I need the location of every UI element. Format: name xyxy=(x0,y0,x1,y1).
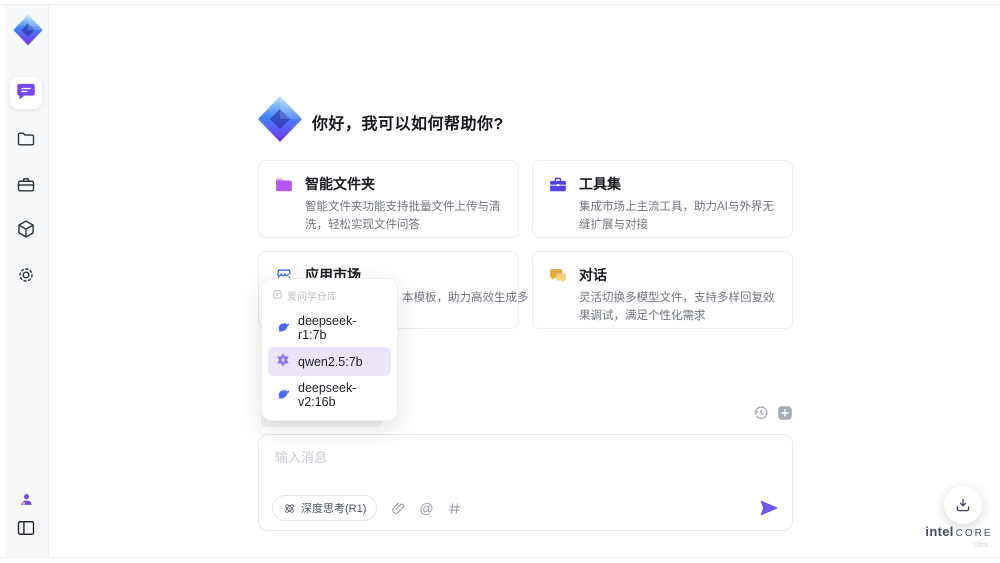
history-button[interactable] xyxy=(752,404,770,422)
model-dropdown-header-label: 爱问学仓库 xyxy=(287,292,337,303)
model-option-qwen[interactable]: qwen2.5:7b xyxy=(268,347,391,376)
deepseek-icon xyxy=(275,319,291,338)
sidebar-item-toolbox[interactable] xyxy=(10,171,42,203)
chat-icon xyxy=(16,81,36,106)
paperclip-icon xyxy=(392,502,404,514)
model-dropdown: 爱问学仓库 deepseek-r1:7b qwen2.5:7b deepseek… xyxy=(261,278,398,421)
card-smart-folder[interactable]: 智能文件夹 智能文件夹功能支持批量文件上传与清洗，轻松实现文件问答 xyxy=(258,160,519,238)
sidebar-item-models[interactable] xyxy=(10,215,42,247)
model-option-label: deepseek-v2:16b xyxy=(298,381,357,409)
toolset-icon xyxy=(548,175,568,195)
model-option-deepseek-v2[interactable]: deepseek-v2:16b xyxy=(268,376,391,414)
new-chat-button[interactable] xyxy=(776,404,794,422)
sidebar xyxy=(5,5,49,557)
model-option-label: qwen2.5:7b xyxy=(298,354,363,369)
sidebar-item-chat[interactable] xyxy=(10,77,42,109)
message-composer: 深度思考(R1) @ xyxy=(258,434,793,531)
model-dropdown-header: 爱问学仓库 xyxy=(268,285,391,309)
greeting-title: 你好，我可以如何帮助你? xyxy=(312,116,504,133)
repo-icon xyxy=(272,289,283,303)
sidebar-item-folders[interactable] xyxy=(10,125,42,157)
model-option-deepseek-r1[interactable]: deepseek-r1:7b xyxy=(268,309,391,347)
sidebar-item-settings[interactable] xyxy=(10,261,42,293)
conversation-icon xyxy=(548,266,568,286)
deep-think-toggle[interactable]: 深度思考(R1) xyxy=(272,495,378,521)
greeting-logo-icon xyxy=(256,95,304,143)
app-logo-icon xyxy=(12,14,44,46)
attach-button[interactable] xyxy=(390,500,406,516)
prompt-grid-button[interactable] xyxy=(447,500,463,516)
card-conversation[interactable]: 对话 灵活切换多模型文件，支持多样回复效果调试，满足个性化需求 xyxy=(532,251,793,329)
folder-icon xyxy=(16,129,36,154)
briefcase-icon xyxy=(16,175,36,200)
model-option-label: deepseek-r1:7b xyxy=(298,314,357,342)
qwen-icon xyxy=(275,352,291,371)
card-title: 对话 xyxy=(579,267,607,283)
deepseek-icon xyxy=(275,386,291,405)
bottom-hairline xyxy=(0,557,1000,558)
atom-icon xyxy=(285,503,294,513)
gear-icon xyxy=(16,265,36,290)
send-icon xyxy=(760,500,778,516)
panel-toggle-icon xyxy=(16,518,36,543)
hash-grid-icon xyxy=(449,502,461,514)
top-hairline xyxy=(0,4,1000,5)
intel-core-text: CORE xyxy=(955,528,993,539)
card-description: 智能文件夹功能支持批量文件上传与清洗，轻松实现文件问答 xyxy=(305,201,501,231)
intel-brand-text: intel xyxy=(925,524,954,539)
download-icon xyxy=(956,498,970,512)
message-input[interactable] xyxy=(273,445,778,494)
card-title: 工具集 xyxy=(579,176,621,192)
card-description: 灵活切换多模型文件，支持多样回复效果调试，满足个性化需求 xyxy=(579,292,775,322)
history-icon xyxy=(754,406,768,419)
user-icon xyxy=(18,491,35,513)
mention-button[interactable]: @ xyxy=(419,501,433,515)
deep-think-label: 深度思考(R1) xyxy=(301,503,367,515)
card-toolset[interactable]: 工具集 集成市场上主流工具，助力AI与外界无缝扩展与对接 xyxy=(532,160,793,238)
sidebar-item-collapse[interactable] xyxy=(10,514,42,546)
intel-core-badge: intel CORE Ultra xyxy=(922,523,996,549)
composer-toolbar: 深度思考(R1) @ xyxy=(272,495,779,521)
intel-tier-text: Ultra xyxy=(973,542,988,549)
send-button[interactable] xyxy=(759,498,779,518)
card-title: 智能文件夹 xyxy=(305,176,375,192)
cube-icon xyxy=(16,219,36,244)
download-button[interactable] xyxy=(944,486,982,524)
card-description: 集成市场上主流工具，助力AI与外界无缝扩展与对接 xyxy=(579,201,774,231)
new-chat-icon xyxy=(778,406,792,420)
smart-folder-icon xyxy=(274,175,294,195)
